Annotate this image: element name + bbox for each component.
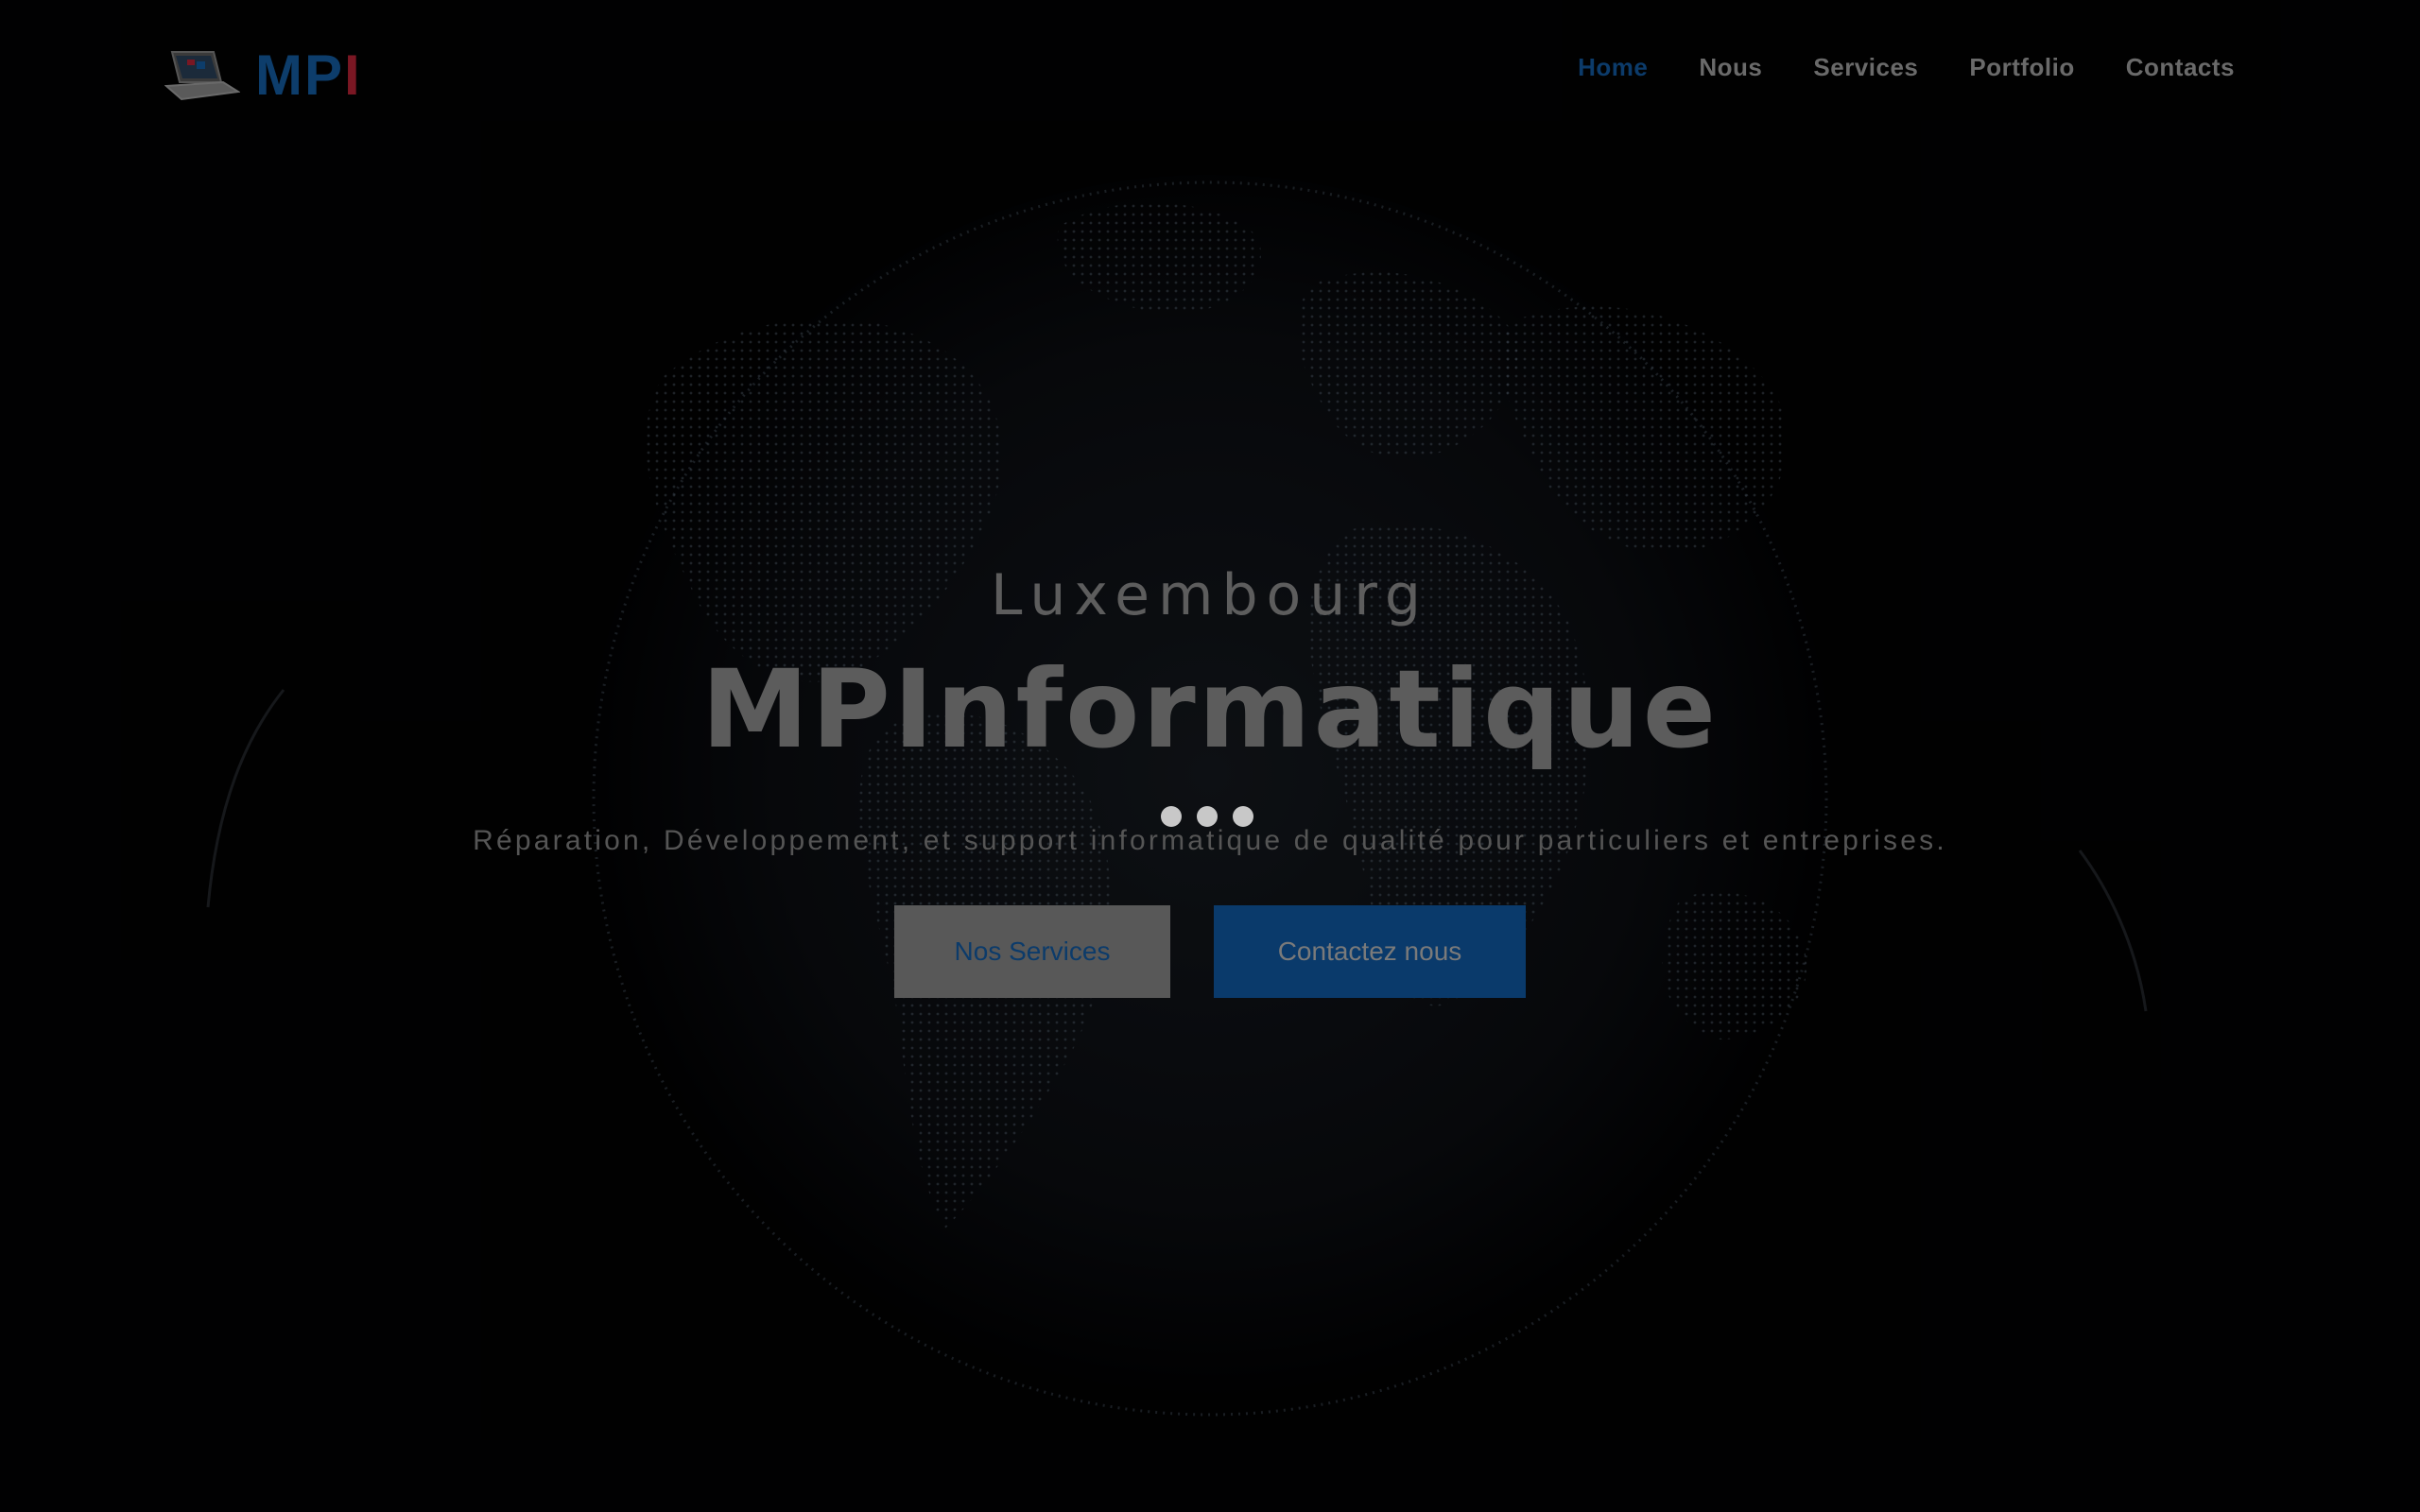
- contact-button[interactable]: Contactez nous: [1214, 905, 1526, 998]
- nav-item-portfolio[interactable]: Portfolio: [1969, 53, 2074, 82]
- loader-dot: [1161, 806, 1182, 827]
- hero-kicker: Luxembourg: [991, 562, 1429, 628]
- nav-item-home[interactable]: Home: [1578, 53, 1648, 82]
- site-header: MPI Home Nous Services Portfolio Contact…: [0, 0, 2420, 151]
- loader-dot: [1197, 806, 1218, 827]
- hero-subtitle: Réparation, Développement, et support in…: [473, 825, 1947, 856]
- main-nav: Home Nous Services Portfolio Contacts: [1578, 53, 2235, 82]
- loader-dot: [1233, 806, 1253, 827]
- hero-buttons: Nos Services Contactez nous: [0, 905, 2420, 998]
- hero-title: MPInformatique: [700, 646, 1720, 772]
- loading-dots-icon: [1161, 806, 1253, 827]
- nav-item-nous[interactable]: Nous: [1699, 53, 1762, 82]
- logo-text-main: MP: [255, 43, 344, 107]
- laptop-icon: [164, 51, 240, 101]
- nav-item-services[interactable]: Services: [1813, 53, 1918, 82]
- logo-text: MPI: [255, 47, 362, 104]
- logo-text-accent: I: [344, 43, 362, 107]
- nav-item-contacts[interactable]: Contacts: [2126, 53, 2235, 82]
- services-button[interactable]: Nos Services: [894, 905, 1170, 998]
- page: MPI Home Nous Services Portfolio Contact…: [0, 0, 2420, 1512]
- logo[interactable]: MPI: [164, 45, 362, 106]
